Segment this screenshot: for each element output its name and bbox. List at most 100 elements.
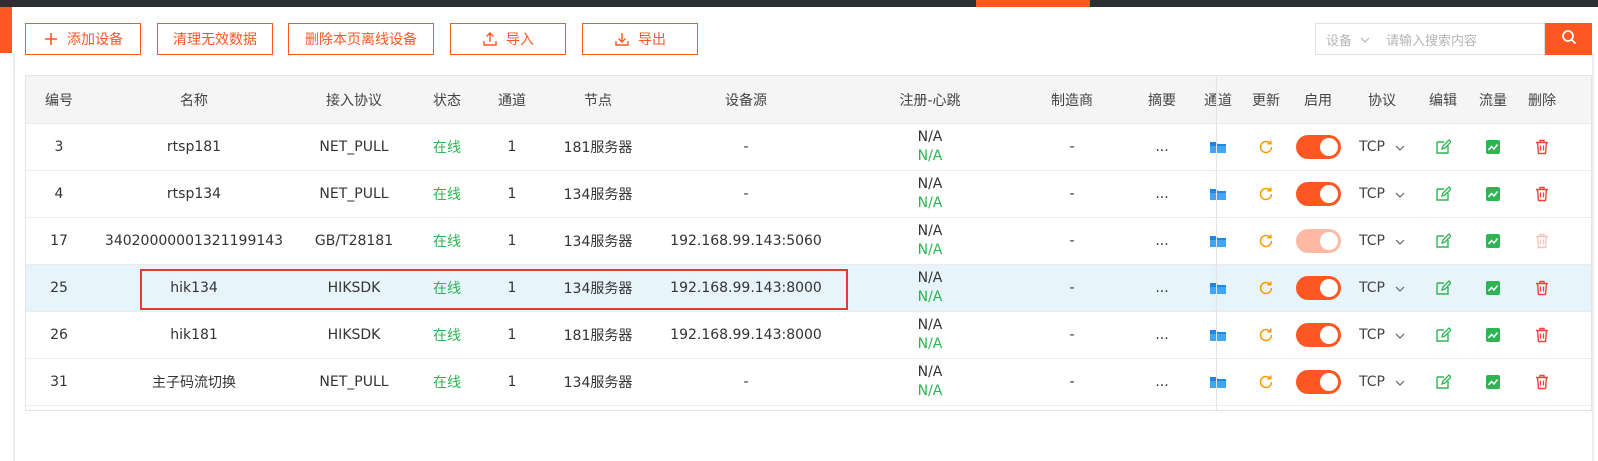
cell-id: 4 [54,186,64,202]
refresh-icon[interactable] [1242,171,1290,217]
refresh-icon[interactable] [1242,124,1290,170]
traffic-chart-icon[interactable] [1468,265,1518,311]
heartbeat-status: N/A [917,336,943,352]
traffic-chart-icon[interactable] [1468,218,1518,264]
enable-toggle[interactable] [1295,182,1341,206]
cell-channel: 1 [507,374,517,390]
delete-icon [1518,218,1566,264]
edit-icon[interactable] [1418,265,1468,311]
cell-manufacturer: - [1069,233,1075,249]
traffic-chart-icon[interactable] [1468,312,1518,358]
export-button[interactable]: 导出 [582,23,698,55]
transport-cell: TCP [1346,359,1418,405]
delete-icon[interactable] [1518,312,1566,358]
register-status: N/A [917,129,943,145]
traffic-chart-icon[interactable] [1468,359,1518,405]
search-category-select[interactable]: 设备 [1316,30,1380,49]
edit-icon[interactable] [1418,218,1468,264]
cell-summary[interactable]: ... [1122,265,1202,311]
col-header-summary: 摘要 [1148,92,1176,109]
cell-node: 134服务器 [563,187,633,203]
cell-manufacturer: - [1069,280,1075,296]
refresh-icon[interactable] [1242,218,1290,264]
edit-icon[interactable] [1418,171,1468,217]
col-header-status: 状态 [433,92,461,109]
cell-node: 181服务器 [563,328,633,344]
heartbeat-status: N/A [917,289,943,305]
folder-open-icon[interactable] [1194,124,1242,170]
transport-value: TCP [1359,374,1385,390]
transport-select[interactable]: TCP [1359,139,1405,155]
search-category-label: 设备 [1325,33,1352,49]
delete-icon[interactable] [1518,171,1566,217]
refresh-icon[interactable] [1242,312,1290,358]
delete-offline-devices-button[interactable]: 删除本页离线设备 [288,23,434,55]
cell-name: hik181 [170,327,218,343]
cell-summary[interactable]: ... [1122,312,1202,358]
heartbeat-status: N/A [917,242,943,258]
transport-select[interactable]: TCP [1359,280,1405,296]
cell-summary[interactable]: ... [1122,171,1202,217]
refresh-icon[interactable] [1242,359,1290,405]
clean-invalid-data-button[interactable]: 清理无效数据 [157,23,273,55]
delete-icon[interactable] [1518,265,1566,311]
cell-source: 192.168.99.143:8000 [670,280,822,296]
edit-icon[interactable] [1418,359,1468,405]
delete-icon[interactable] [1518,124,1566,170]
table-row: 31 主子码流切换 NET_PULL 在线 1 134服务器 - N/A N/A -... TCP [26,359,1591,406]
register-status: N/A [917,270,943,286]
import-button[interactable]: 导入 [450,23,566,55]
import-label: 导入 [506,32,534,48]
cell-source: - [743,139,749,155]
chevron-down-icon [1395,280,1405,296]
cell-id: 26 [50,327,68,343]
traffic-chart-icon[interactable] [1468,124,1518,170]
delete-icon[interactable] [1518,359,1566,405]
add-device-button[interactable]: 添加设备 [25,23,141,55]
left-divider [13,53,15,461]
folder-open-icon[interactable] [1194,171,1242,217]
enable-toggle[interactable] [1295,370,1341,394]
folder-open-icon[interactable] [1194,312,1242,358]
transport-select[interactable]: TCP [1359,233,1405,249]
enable-toggle[interactable] [1295,229,1341,253]
folder-open-icon[interactable] [1194,218,1242,264]
register-status: N/A [917,364,943,380]
transport-value: TCP [1359,327,1385,343]
left-accent-tab [0,7,12,53]
transport-cell: TCP [1346,218,1418,264]
toggle-knob [1319,326,1338,344]
cell-summary[interactable]: ... [1122,359,1202,405]
clean-invalid-data-label: 清理无效数据 [173,32,257,48]
chevron-down-icon [1395,233,1405,249]
refresh-icon[interactable] [1242,265,1290,311]
cell-summary[interactable]: ... [1122,218,1202,264]
col-header-traffic: 流量 [1479,92,1507,109]
enable-toggle[interactable] [1295,276,1341,300]
enable-toggle[interactable] [1295,135,1341,159]
edit-icon[interactable] [1418,124,1468,170]
enable-toggle[interactable] [1295,323,1341,347]
cell-node: 134服务器 [563,234,633,250]
folder-open-icon[interactable] [1194,359,1242,405]
cell-register-heartbeat: N/A N/A [838,359,1022,405]
edit-icon[interactable] [1418,312,1468,358]
search-input[interactable]: 请输入搜索内容 [1380,30,1544,49]
cell-summary[interactable]: ... [1122,124,1202,170]
cell-register-heartbeat: N/A N/A [838,171,1022,217]
traffic-chart-icon[interactable] [1468,171,1518,217]
transport-select[interactable]: TCP [1359,186,1405,202]
transport-select[interactable]: TCP [1359,374,1405,390]
table-header-row: 编号 名称 接入协议 状态 通道 节点 设备源 注册-心跳 制造商 摘要 通道 … [26,76,1591,124]
folder-open-icon[interactable] [1194,265,1242,311]
transport-select[interactable]: TCP [1359,327,1405,343]
heartbeat-status: N/A [917,195,943,211]
enable-toggle-cell [1290,171,1346,217]
transport-cell: TCP [1346,312,1418,358]
cell-name: 34020000001321199143 [104,233,284,249]
cell-source: 192.168.99.143:8000 [670,327,822,343]
cell-status: 在线 [433,281,461,297]
search-button[interactable] [1545,23,1592,55]
search-box: 设备 请输入搜索内容 [1315,23,1545,55]
col-header-protocol: 接入协议 [326,92,382,109]
